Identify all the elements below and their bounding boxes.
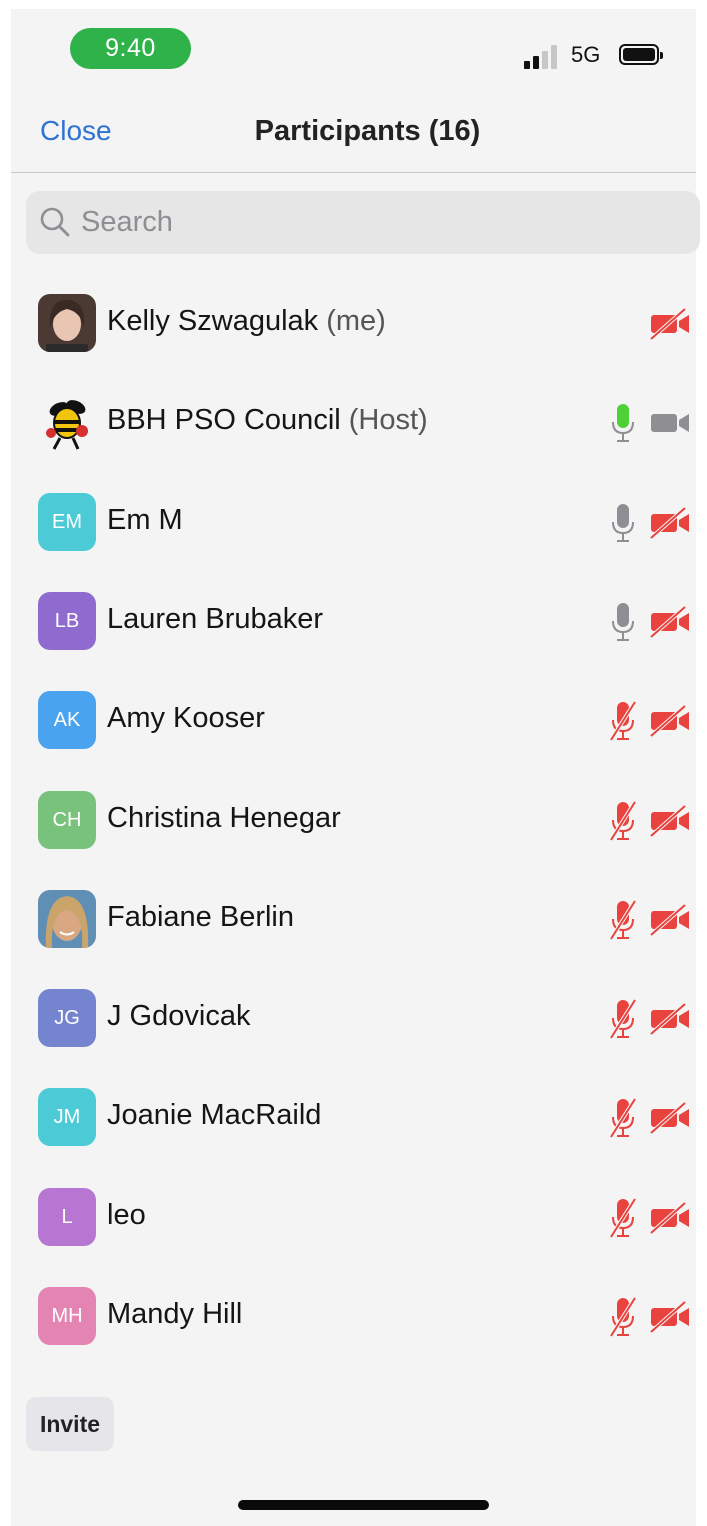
- video-off-icon[interactable]: [649, 1300, 691, 1334]
- participant-name: Fabiane Berlin: [107, 901, 294, 934]
- avatar-initials: L: [38, 1188, 96, 1246]
- participant-name-text: Lauren Brubaker: [107, 603, 324, 635]
- participant-name-text: Kelly Szwagulak: [107, 305, 319, 337]
- network-type: 5G: [571, 42, 601, 67]
- home-indicator[interactable]: [238, 1500, 489, 1510]
- participant-name: Mandy Hill: [107, 1298, 242, 1331]
- search-input[interactable]: [81, 191, 681, 254]
- participant-name: BBH PSO Council (Host): [107, 404, 428, 437]
- participant-name-text: leo: [107, 1199, 146, 1231]
- video-off-icon[interactable]: [649, 506, 691, 540]
- participant-role: (Host): [348, 404, 428, 436]
- participant-row[interactable]: JG J Gdovicak: [11, 969, 696, 1068]
- participant-name: J Gdovicak: [107, 1000, 250, 1033]
- microphone-muted-icon[interactable]: [608, 899, 638, 941]
- microphone-active-icon[interactable]: [608, 402, 638, 444]
- avatar-initials: JM: [38, 1088, 96, 1146]
- participants-screen: 9:40 5G Close Participants (16) Kelly Sz…: [11, 9, 700, 1526]
- video-off-icon[interactable]: [649, 307, 691, 341]
- microphone-muted-icon[interactable]: [608, 998, 638, 1040]
- video-off-icon[interactable]: [649, 804, 691, 838]
- avatar-initials: AK: [38, 691, 96, 749]
- participant-row[interactable]: Lleo: [11, 1168, 696, 1267]
- avatar-logo: [38, 393, 96, 451]
- page-title: Participants (16): [254, 115, 481, 147]
- participant-row[interactable]: Fabiane Berlin: [11, 870, 696, 969]
- header-bar: Close Participants (16): [11, 91, 696, 173]
- avatar-initials: JG: [38, 989, 96, 1047]
- participant-row[interactable]: LB Lauren Brubaker: [11, 572, 696, 671]
- search-icon: [40, 207, 70, 237]
- avatar-initials: MH: [38, 1287, 96, 1345]
- video-off-icon[interactable]: [649, 1002, 691, 1036]
- participant-name: Amy Kooser: [107, 702, 265, 735]
- microphone-muted-icon[interactable]: [608, 1197, 638, 1239]
- avatar-photo: [38, 890, 96, 948]
- avatar-initials: CH: [38, 791, 96, 849]
- participant-row[interactable]: BBH PSO Council (Host): [11, 373, 696, 472]
- participant-name-text: Fabiane Berlin: [107, 901, 294, 933]
- participant-name: Em M: [107, 504, 183, 537]
- video-off-icon[interactable]: [649, 903, 691, 937]
- participant-name-text: Amy Kooser: [107, 702, 265, 734]
- microphone-muted-icon[interactable]: [608, 1097, 638, 1139]
- video-off-icon[interactable]: [649, 704, 691, 738]
- video-off-icon[interactable]: [649, 1101, 691, 1135]
- participant-name: Kelly Szwagulak (me): [107, 305, 386, 338]
- participant-name-text: Joanie MacRaild: [107, 1099, 322, 1131]
- participant-name: Christina Henegar: [107, 802, 341, 835]
- participant-name-text: J Gdovicak: [107, 1000, 251, 1032]
- battery-icon: [619, 44, 663, 65]
- participant-row[interactable]: EM Em M: [11, 473, 696, 572]
- participant-role: (me): [326, 305, 386, 337]
- participant-name-text: Em M: [107, 504, 183, 536]
- video-camera-icon[interactable]: [649, 406, 691, 440]
- participant-name-text: BBH PSO Council: [107, 404, 341, 436]
- avatar-photo: [38, 294, 96, 352]
- search-bar[interactable]: [26, 191, 700, 254]
- avatar-initials: LB: [38, 592, 96, 650]
- participant-name-text: Mandy Hill: [107, 1298, 243, 1330]
- participant-name: Joanie MacRaild: [107, 1099, 321, 1132]
- signal-icon: [524, 45, 562, 69]
- status-bar: 9:40 5G: [11, 9, 696, 91]
- participant-row[interactable]: MH Mandy Hill: [11, 1267, 696, 1366]
- avatar-initials: EM: [38, 493, 96, 551]
- participant-name: leo: [107, 1199, 146, 1232]
- video-off-icon[interactable]: [649, 1201, 691, 1235]
- microphone-icon[interactable]: [608, 502, 638, 544]
- participant-row[interactable]: JM Joanie MacRaild: [11, 1068, 696, 1167]
- microphone-muted-icon[interactable]: [608, 800, 638, 842]
- participant-row[interactable]: CH Christina Henegar: [11, 771, 696, 870]
- participant-name: Lauren Brubaker: [107, 603, 323, 636]
- microphone-icon[interactable]: [608, 601, 638, 643]
- participant-row[interactable]: AK Amy Kooser: [11, 671, 696, 770]
- invite-button[interactable]: Invite: [26, 1397, 114, 1451]
- participant-name-text: Christina Henegar: [107, 802, 341, 834]
- video-off-icon[interactable]: [649, 605, 691, 639]
- microphone-muted-icon[interactable]: [608, 700, 638, 742]
- participant-row[interactable]: Kelly Szwagulak (me): [11, 274, 696, 373]
- microphone-muted-icon[interactable]: [608, 1296, 638, 1338]
- status-time[interactable]: 9:40: [70, 28, 191, 69]
